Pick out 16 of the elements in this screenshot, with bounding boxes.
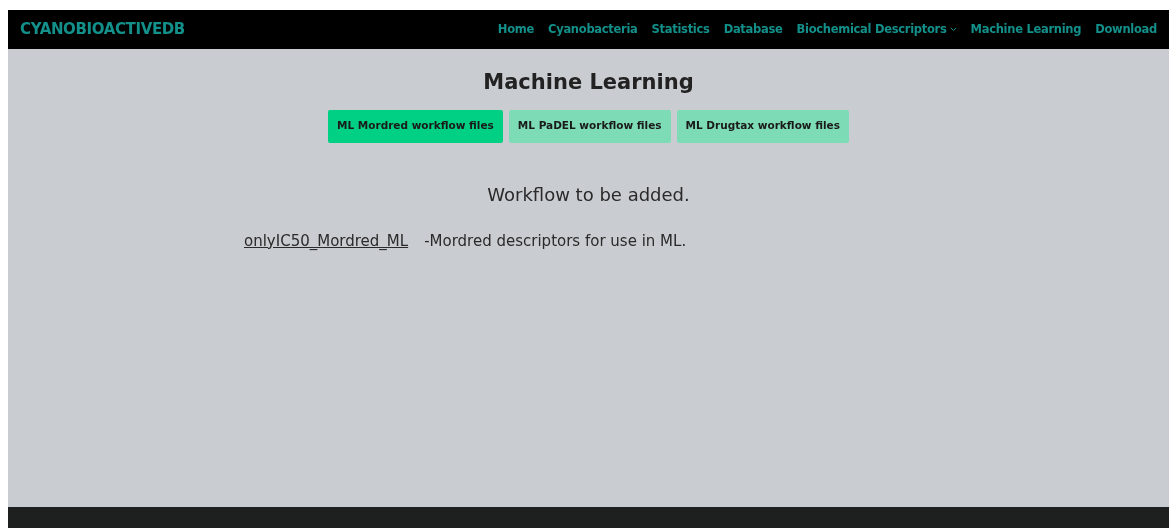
nav-link[interactable]: Cyanobacteria	[548, 20, 638, 39]
tab[interactable]: ML Mordred workflow files	[328, 109, 503, 143]
nav-link[interactable]: Database	[723, 20, 783, 39]
nav-dropdown[interactable]: Biochemical Descriptors	[796, 20, 957, 39]
status-message: Workflow to be added.	[487, 182, 690, 207]
tab[interactable]: ML PaDEL workflow files	[508, 109, 671, 143]
page-title: Machine Learning	[483, 69, 694, 96]
tab[interactable]: ML Drugtax workflow files	[676, 109, 849, 143]
nav-link[interactable]: Statistics	[651, 20, 710, 39]
nav-link[interactable]: Download	[1095, 20, 1157, 39]
nav-link[interactable]: Machine Learning	[970, 20, 1082, 39]
file-description: -Mordred descriptors for use in ML.	[424, 230, 687, 252]
nav-link[interactable]: Home	[497, 20, 535, 39]
brand-logo[interactable]: CYANOBIOACTIVEDB	[20, 18, 185, 41]
chevron-down-icon	[949, 27, 957, 32]
file-link[interactable]: onlyIC50_Mordred_ML	[244, 229, 409, 252]
